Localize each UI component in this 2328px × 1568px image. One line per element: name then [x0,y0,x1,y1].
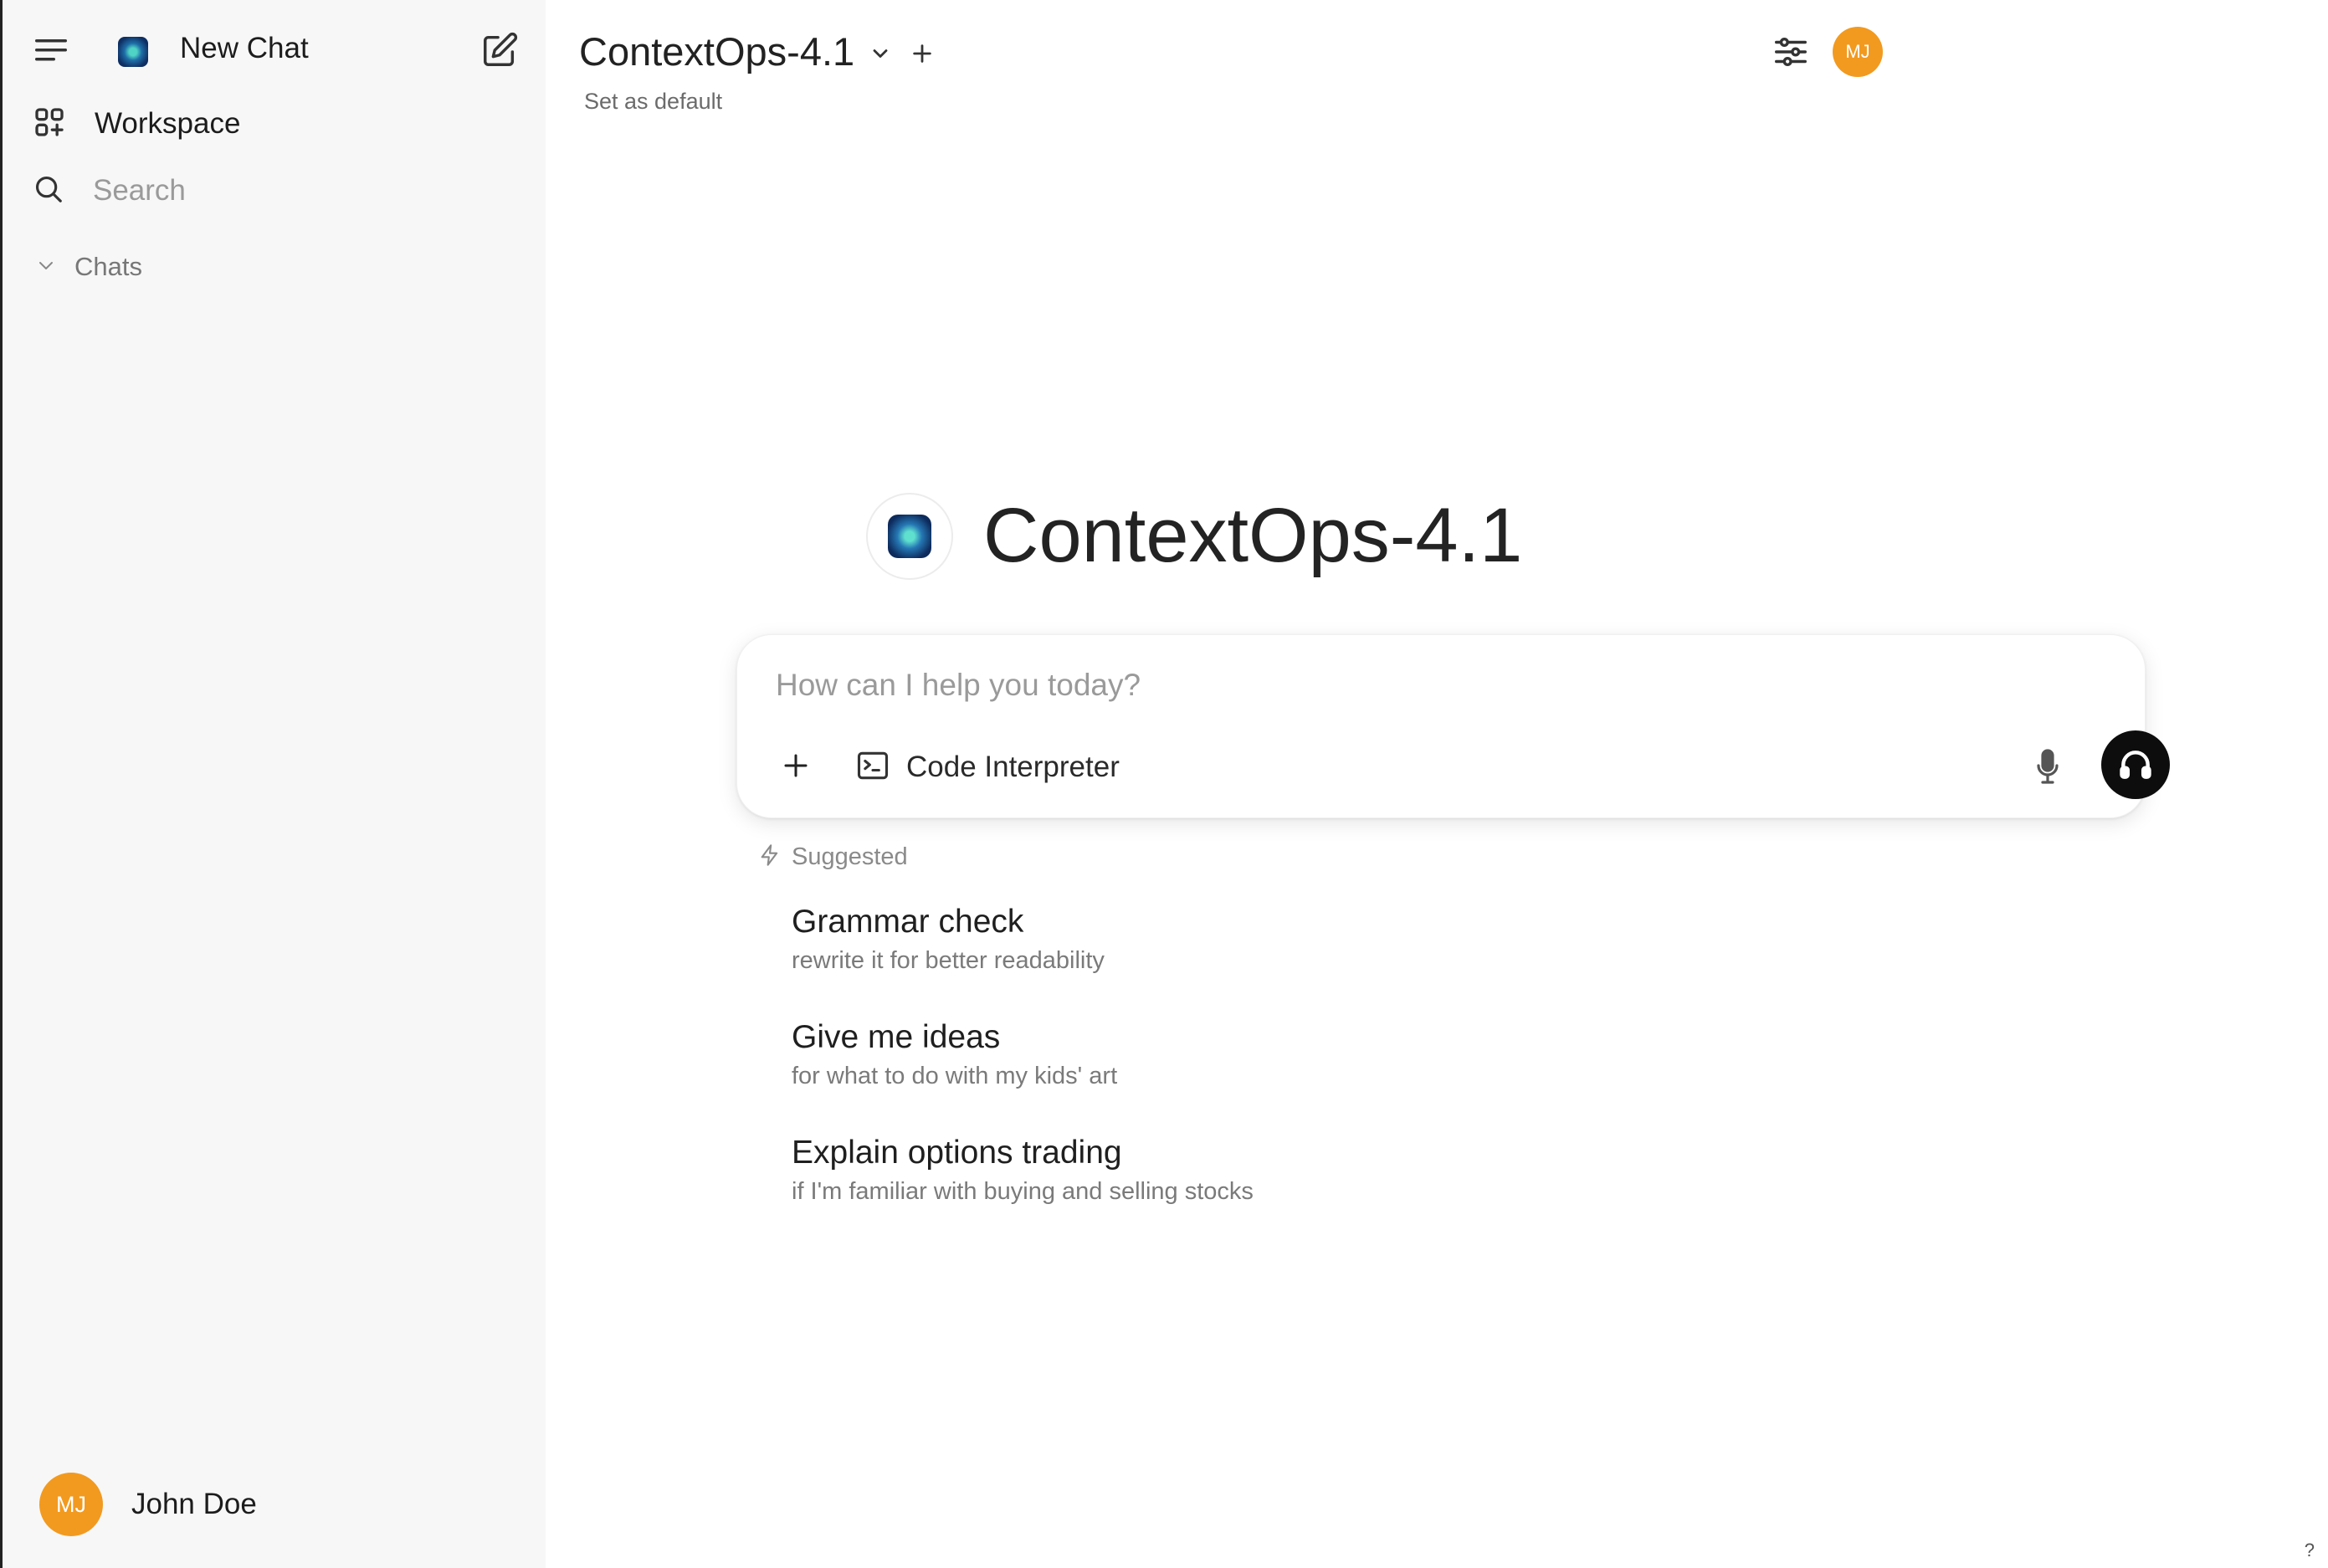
user-menu[interactable]: MJ John Doe [39,1473,257,1536]
terminal-icon [854,747,891,788]
chats-label: Chats [74,252,142,281]
search-icon [33,173,64,209]
sidebar-item-workspace[interactable]: Workspace [33,99,240,149]
help-button[interactable]: ? [2305,1540,2315,1561]
set-as-default-link[interactable]: Set as default [584,89,722,115]
headphones-icon[interactable] [2101,730,2170,799]
suggestion-item[interactable]: Give me ideas for what to do with my kid… [792,1019,1117,1090]
sidebar: New Chat Workspace Search Chats MJ John … [0,0,546,1568]
bolt-icon [758,843,782,871]
sidebar-header: New Chat [3,0,548,100]
edit-icon[interactable] [474,25,525,75]
header-avatar[interactable]: MJ [1833,27,1883,77]
microphone-icon[interactable] [2023,740,2073,794]
code-interpreter-label: Code Interpreter [906,751,1120,783]
chevron-down-icon[interactable] [865,38,895,69]
message-input[interactable] [776,660,2081,710]
model-logo-icon [866,492,953,580]
suggestion-title: Grammar check [792,904,1024,940]
app-logo-icon [118,37,148,67]
avatar: MJ [39,1473,103,1536]
chevron-down-icon [36,255,56,279]
new-chat-label[interactable]: New Chat [180,32,309,65]
plus-icon[interactable] [771,740,821,791]
hero-title: ContextOps-4.1 [983,493,1523,578]
workspace-label: Workspace [95,107,241,140]
suggestion-item[interactable]: Explain options trading if I'm familiar … [792,1135,1254,1206]
settings-sliders-icon[interactable] [1769,30,1813,74]
model-selector[interactable]: ContextOps-4.1 [579,28,854,74]
suggestion-subtitle: rewrite it for better readability [792,947,1105,974]
suggestion-title: Explain options trading [792,1135,1122,1171]
main-area: ContextOps-4.1 Set as default MJ Context… [546,0,2328,1568]
workspace-icon [33,105,66,143]
suggestion-subtitle: if I'm familiar with buying and selling … [792,1178,1254,1205]
suggestion-item[interactable]: Grammar check rewrite it for better read… [792,904,1105,975]
suggestion-title: Give me ideas [792,1019,1001,1055]
suggestion-subtitle: for what to do with my kids' art [792,1063,1118,1089]
chats-section-toggle[interactable]: Chats [36,246,142,288]
message-composer: Code Interpreter [736,634,2170,818]
menu-icon[interactable] [28,28,76,72]
search-input[interactable] [93,174,495,208]
user-name: John Doe [131,1488,257,1520]
app-window: New Chat Workspace Search Chats MJ John … [0,0,2328,1568]
code-interpreter-button[interactable]: Code Interpreter [854,742,1120,792]
add-model-button[interactable] [904,35,941,72]
hero: ContextOps-4.1 [866,492,1522,580]
suggested-heading: Suggested [758,843,908,871]
sidebar-search[interactable] [33,166,501,216]
